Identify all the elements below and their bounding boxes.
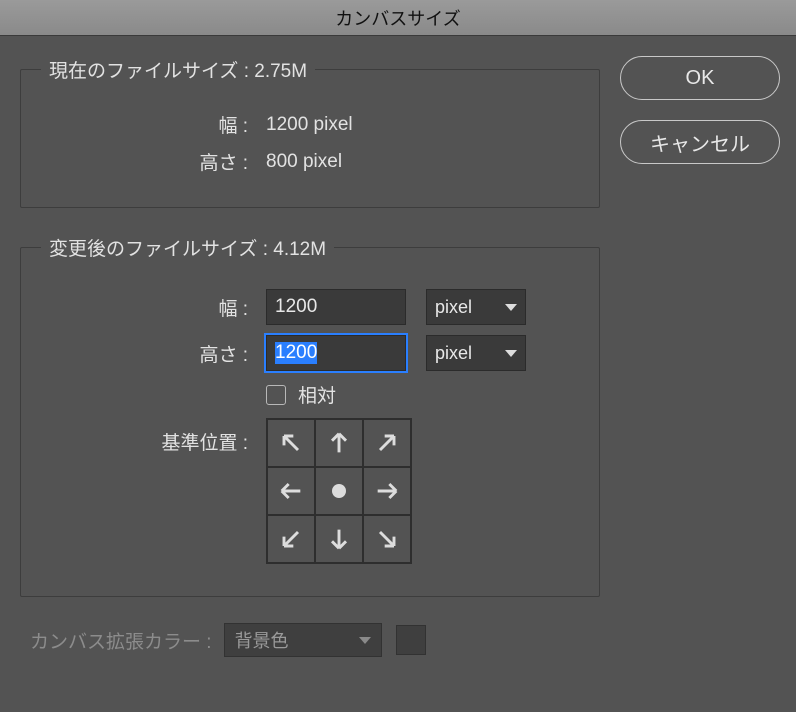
extension-color-value: 背景色	[235, 627, 289, 653]
current-size-group: 現在のファイルサイズ : 2.75M 幅 : 1200 pixel 高さ : 8…	[20, 56, 600, 208]
height-unit-value: pixel	[435, 343, 472, 364]
current-width-value: 1200 pixel	[266, 114, 353, 136]
width-unit-value: pixel	[435, 297, 472, 318]
current-width-label: 幅 :	[41, 111, 266, 138]
current-height-value: 800 pixel	[266, 151, 342, 173]
anchor-bottom-right[interactable]	[363, 515, 411, 563]
relative-checkbox[interactable]	[266, 385, 286, 405]
chevron-down-icon	[359, 637, 371, 644]
new-width-label: 幅 :	[41, 294, 266, 321]
anchor-center[interactable]	[315, 467, 363, 515]
extension-color-label: カンバス拡張カラー :	[30, 627, 212, 654]
width-unit-select[interactable]: pixel	[426, 289, 526, 325]
new-size-legend: 変更後のファイルサイズ : 4.12M	[41, 234, 334, 261]
dialog-title: カンバスサイズ	[335, 5, 460, 31]
height-unit-select[interactable]: pixel	[426, 335, 526, 371]
current-height-label: 高さ :	[41, 148, 266, 175]
new-size-group: 変更後のファイルサイズ : 4.12M 幅 : pixel 高さ : pixel	[20, 234, 600, 597]
anchor-left[interactable]	[267, 467, 315, 515]
anchor-top-right[interactable]	[363, 419, 411, 467]
anchor-top-left[interactable]	[267, 419, 315, 467]
ok-button[interactable]: OK	[620, 56, 780, 100]
cancel-button[interactable]: キャンセル	[620, 120, 780, 164]
relative-label: 相対	[298, 381, 336, 408]
current-size-legend: 現在のファイルサイズ : 2.75M	[41, 56, 315, 83]
new-height-label: 高さ :	[41, 340, 266, 367]
anchor-top[interactable]	[315, 419, 363, 467]
chevron-down-icon	[505, 304, 517, 311]
dialog-titlebar: カンバスサイズ	[0, 0, 796, 36]
extension-color-select[interactable]: 背景色	[224, 623, 382, 657]
extension-color-swatch[interactable]	[396, 625, 426, 655]
anchor-grid	[266, 418, 412, 564]
width-input[interactable]	[266, 289, 406, 325]
anchor-right[interactable]	[363, 467, 411, 515]
anchor-label: 基準位置 :	[41, 418, 266, 455]
anchor-center-dot-icon	[332, 484, 346, 498]
height-input[interactable]	[266, 335, 406, 371]
chevron-down-icon	[505, 350, 517, 357]
anchor-bottom[interactable]	[315, 515, 363, 563]
anchor-bottom-left[interactable]	[267, 515, 315, 563]
